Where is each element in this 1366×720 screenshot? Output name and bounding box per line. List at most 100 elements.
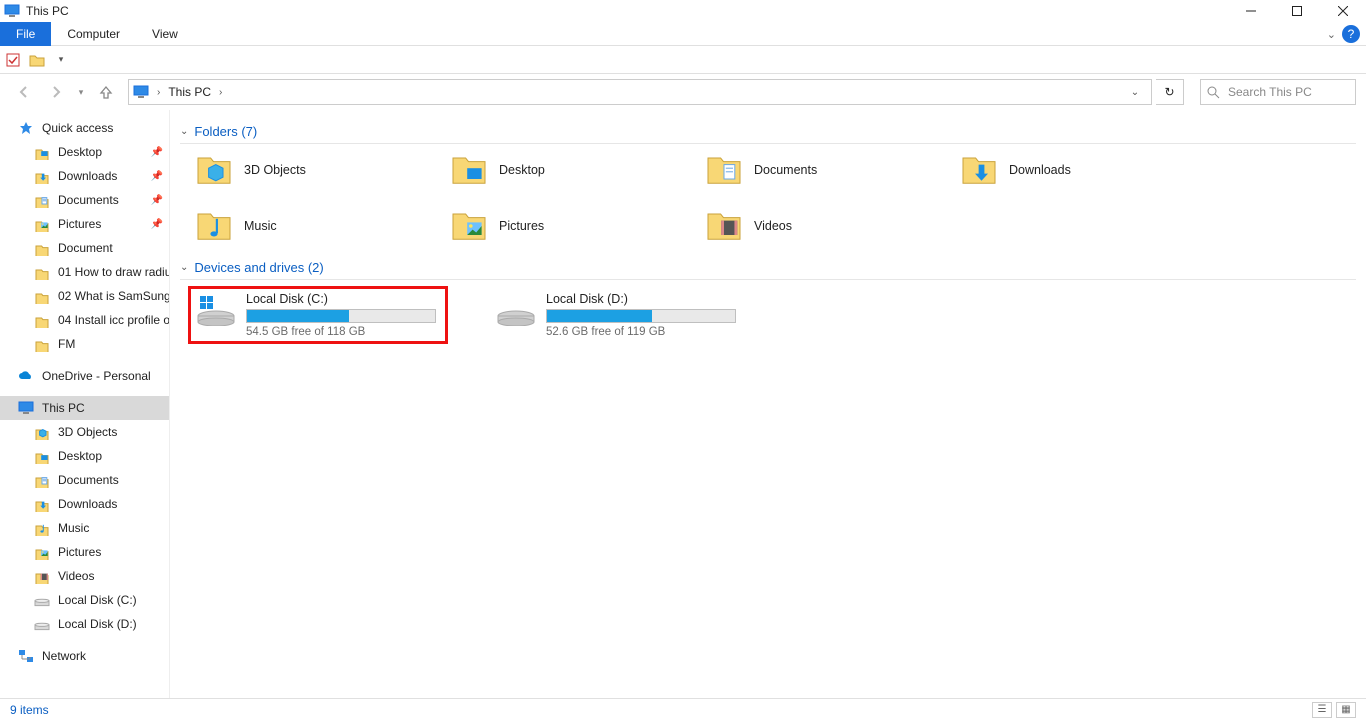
view-details-button[interactable]: ☰ <box>1312 702 1332 718</box>
sidebar-quick-access[interactable]: Quick access <box>0 116 169 140</box>
close-button[interactable] <box>1320 0 1366 22</box>
thispc-icon <box>18 400 34 416</box>
downloads-icon <box>961 152 997 188</box>
sidebar-qa-item[interactable]: 02 What is SamSung c <box>0 284 169 308</box>
help-button[interactable]: ? <box>1342 25 1360 43</box>
forward-button[interactable] <box>42 78 70 106</box>
sidebar-qa-item[interactable]: Document <box>0 236 169 260</box>
status-bar: 9 items ☰ ▦ <box>0 698 1366 720</box>
sidebar-pc-item[interactable]: Documents <box>0 468 169 492</box>
address-bar[interactable]: › This PC › ⌄ <box>128 79 1152 105</box>
star-icon <box>18 120 34 136</box>
folder-item[interactable]: Music <box>196 206 451 246</box>
drive-usage-bar <box>546 309 736 323</box>
folder-item[interactable]: 3D Objects <box>196 150 451 190</box>
3d-icon <box>196 152 232 188</box>
minimize-button[interactable] <box>1228 0 1274 22</box>
sidebar-pc-item[interactable]: Music <box>0 516 169 540</box>
content-pane: ⌄ Folders (7) 3D ObjectsDesktopDocuments… <box>170 110 1366 698</box>
drive-icon <box>496 292 536 326</box>
folder-item[interactable]: Downloads <box>961 150 1216 190</box>
sidebar-qa-item[interactable]: Pictures📌 <box>0 212 169 236</box>
network-icon <box>18 648 34 664</box>
view-tiles-button[interactable]: ▦ <box>1336 702 1356 718</box>
drive-icon <box>34 592 50 608</box>
drive-icon <box>34 616 50 632</box>
address-history-dropdown[interactable]: ⌄ <box>1123 79 1147 105</box>
refresh-button[interactable]: ↻ <box>1156 79 1184 105</box>
sidebar-qa-item[interactable]: Downloads📌 <box>0 164 169 188</box>
chevron-right-icon[interactable]: › <box>155 87 162 98</box>
documents-icon <box>706 152 742 188</box>
pin-icon: 📌 <box>151 171 163 182</box>
qat-dropdown-icon[interactable]: ▾ <box>52 51 70 69</box>
back-button[interactable] <box>10 78 38 106</box>
desktop-icon <box>34 448 50 464</box>
nav-tree: Quick access Desktop📌Downloads📌Documents… <box>0 110 170 698</box>
sidebar-qa-item[interactable]: 01 How to draw radius <box>0 260 169 284</box>
sidebar-pc-item[interactable]: Videos <box>0 564 169 588</box>
folder-icon <box>34 240 50 256</box>
sidebar-network[interactable]: Network <box>0 644 169 668</box>
group-drives-header[interactable]: ⌄ Devices and drives (2) <box>180 260 1356 275</box>
folder-item[interactable]: Videos <box>706 206 961 246</box>
sidebar-pc-item[interactable]: Desktop <box>0 444 169 468</box>
thispc-icon <box>4 3 20 19</box>
folder-icon <box>34 336 50 352</box>
sidebar-pc-item[interactable]: Local Disk (C:) <box>0 588 169 612</box>
up-button[interactable] <box>92 78 120 106</box>
pin-icon: 📌 <box>151 219 163 230</box>
folder-icon <box>34 264 50 280</box>
pictures-icon <box>34 544 50 560</box>
status-item-count: 9 items <box>10 703 49 717</box>
tab-file[interactable]: File <box>0 22 51 46</box>
desktop-icon <box>34 144 50 160</box>
sidebar-onedrive[interactable]: OneDrive - Personal <box>0 364 169 388</box>
sidebar-pc-item[interactable]: Local Disk (D:) <box>0 612 169 636</box>
titlebar: This PC <box>0 0 1366 22</box>
chevron-down-icon: ⌄ <box>180 126 188 137</box>
drive-name: Local Disk (D:) <box>546 292 740 306</box>
drive-free-text: 54.5 GB free of 118 GB <box>246 326 440 338</box>
recent-dropdown-icon[interactable]: ▾ <box>74 78 88 106</box>
pictures-icon <box>451 208 487 244</box>
window-title: This PC <box>26 4 69 18</box>
folder-item[interactable]: Pictures <box>451 206 706 246</box>
ribbon: File Computer View ⌄ ? <box>0 22 1366 46</box>
folder-icon <box>34 288 50 304</box>
chevron-down-icon: ⌄ <box>180 262 188 273</box>
tab-view[interactable]: View <box>136 22 194 46</box>
drive-free-text: 52.6 GB free of 119 GB <box>546 326 740 338</box>
thispc-icon <box>133 84 149 100</box>
breadcrumb-segment[interactable]: This PC <box>168 85 211 99</box>
downloads-icon <box>34 168 50 184</box>
folder-item[interactable]: Documents <box>706 150 961 190</box>
ribbon-collapse-icon[interactable]: ⌄ <box>1327 28 1336 41</box>
drive-name: Local Disk (C:) <box>246 292 440 306</box>
sidebar-qa-item[interactable]: 04 Install icc profile or <box>0 308 169 332</box>
new-folder-icon[interactable] <box>28 51 46 69</box>
sidebar-pc-item[interactable]: Downloads <box>0 492 169 516</box>
nav-row: ▾ › This PC › ⌄ ↻ Search This PC <box>0 74 1366 110</box>
maximize-button[interactable] <box>1274 0 1320 22</box>
videos-icon <box>34 568 50 584</box>
chevron-right-icon[interactable]: › <box>217 87 224 98</box>
sidebar-qa-item[interactable]: FM <box>0 332 169 356</box>
search-icon <box>1207 86 1220 99</box>
sidebar-thispc[interactable]: This PC <box>0 396 169 420</box>
videos-icon <box>706 208 742 244</box>
drive-item[interactable]: Local Disk (C:) 54.5 GB free of 118 GB <box>188 286 448 344</box>
quick-access-toolbar: ▾ <box>0 46 1366 74</box>
sidebar-pc-item[interactable]: 3D Objects <box>0 420 169 444</box>
sidebar-qa-item[interactable]: Desktop📌 <box>0 140 169 164</box>
cloud-icon <box>18 368 34 384</box>
drive-item[interactable]: Local Disk (D:) 52.6 GB free of 119 GB <box>488 286 748 344</box>
tab-computer[interactable]: Computer <box>51 22 136 46</box>
group-folders-header[interactable]: ⌄ Folders (7) <box>180 124 1356 139</box>
documents-icon <box>34 192 50 208</box>
sidebar-qa-item[interactable]: Documents📌 <box>0 188 169 212</box>
properties-icon[interactable] <box>4 51 22 69</box>
search-box[interactable]: Search This PC <box>1200 79 1356 105</box>
sidebar-pc-item[interactable]: Pictures <box>0 540 169 564</box>
folder-item[interactable]: Desktop <box>451 150 706 190</box>
